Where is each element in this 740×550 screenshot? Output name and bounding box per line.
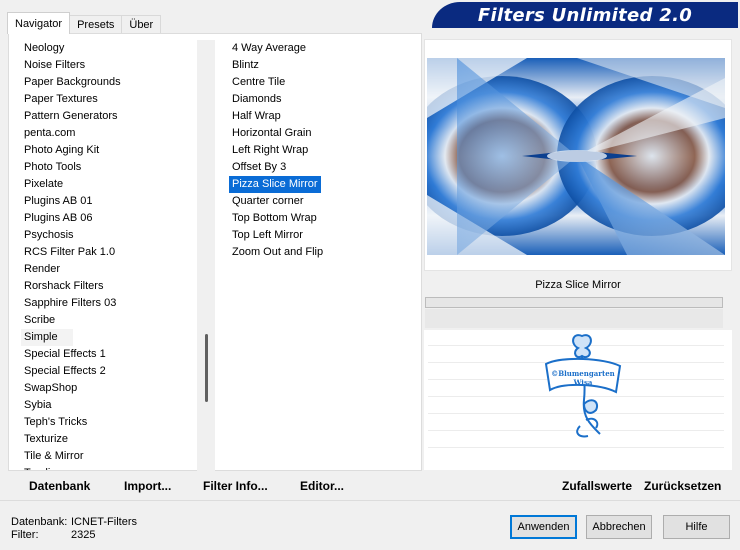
filter-item[interactable]: Offset By 3 — [229, 159, 419, 176]
category-item[interactable]: Simple — [21, 329, 73, 346]
flower-logo: ©Blumengarten Wisa — [544, 334, 622, 438]
category-item[interactable]: Pixelate — [21, 176, 205, 193]
category-item[interactable]: Render — [21, 261, 205, 278]
filter-item[interactable]: Horizontal Grain — [229, 125, 419, 142]
category-item[interactable]: Toadies — [21, 465, 205, 470]
category-item[interactable]: Paper Textures — [21, 91, 205, 108]
navigator-panel: Neology Noise Filters Paper Backgrounds Pap… — [8, 33, 422, 472]
category-item[interactable]: Paper Backgrounds — [21, 74, 205, 91]
category-item[interactable]: Teph's Tricks — [21, 414, 205, 431]
app-title: Filters Unlimited 2.0 — [477, 4, 693, 26]
filter-name: Pizza Slice Mirror — [535, 279, 621, 291]
scrollbar-thumb[interactable] — [205, 334, 208, 402]
filter-item[interactable]: Half Wrap — [229, 108, 419, 125]
category-item[interactable]: Special Effects 2 — [21, 363, 205, 380]
preview-button-bar: Zufallswerte Zurücksetzen — [424, 474, 732, 498]
category-scrollbar[interactable] — [197, 40, 215, 472]
filter-name-label: Pizza Slice Mirror — [424, 274, 732, 296]
filter-list[interactable]: 4 Way Average Blintz Centre Tile Diamonds Ha… — [229, 40, 419, 470]
param-line — [428, 447, 724, 448]
preview-image — [427, 58, 725, 255]
filter-info-button[interactable]: Filter Info... — [203, 479, 268, 493]
import-button[interactable]: Import... — [124, 479, 171, 493]
filter-count-value: 2325 — [71, 529, 96, 541]
editor-button[interactable]: Editor... — [300, 479, 344, 493]
progress-bar — [425, 297, 723, 308]
separator — [0, 500, 740, 501]
tab-about[interactable]: Über — [121, 15, 162, 34]
navigator-button-bar: Datenbank Import... Filter Info... Edito… — [8, 474, 422, 498]
filter-item-selected[interactable]: Pizza Slice Mirror — [229, 176, 321, 193]
category-item[interactable]: RCS Filter Pak 1.0 — [21, 244, 205, 261]
database-button[interactable]: Datenbank — [29, 479, 90, 493]
reset-button[interactable]: Zurücksetzen — [644, 479, 721, 493]
category-item[interactable]: Scribe — [21, 312, 205, 329]
category-item[interactable]: Plugins AB 01 — [21, 193, 205, 210]
category-item[interactable]: Rorshack Filters — [21, 278, 205, 295]
logo-text-1: ©Blumengarten — [551, 369, 615, 378]
title-banner: Filters Unlimited 2.0 — [432, 2, 738, 28]
tab-navigator[interactable]: Navigator — [7, 12, 71, 34]
apply-button[interactable]: Anwenden — [510, 515, 577, 539]
filter-item[interactable]: Left Right Wrap — [229, 142, 419, 159]
filter-item[interactable]: Zoom Out and Flip — [229, 244, 419, 261]
category-item[interactable]: Photo Tools — [21, 159, 205, 176]
database-value: ICNET-Filters — [71, 516, 137, 528]
category-item[interactable]: Pattern Generators — [21, 108, 205, 125]
filter-item[interactable]: 4 Way Average — [229, 40, 419, 57]
category-item[interactable]: Neology — [21, 40, 205, 57]
randomize-button[interactable]: Zufallswerte — [562, 479, 632, 493]
category-item[interactable]: Sybia — [21, 397, 205, 414]
category-item[interactable]: Sapphire Filters 03 — [21, 295, 205, 312]
filter-item[interactable]: Top Left Mirror — [229, 227, 419, 244]
category-item[interactable]: SwapShop — [21, 380, 205, 397]
tab-presets[interactable]: Presets — [69, 15, 123, 34]
category-item[interactable]: Plugins AB 06 — [21, 210, 205, 227]
category-item[interactable]: Special Effects 1 — [21, 346, 205, 363]
status-info: Datenbank: ICNET-Filters Filter: 2325 — [11, 516, 137, 542]
tab-bar: Navigator Presets Über — [7, 12, 162, 34]
filter-item[interactable]: Top Bottom Wrap — [229, 210, 419, 227]
database-label: Datenbank: — [11, 516, 68, 528]
category-item[interactable]: Psychosis — [21, 227, 205, 244]
filter-item[interactable]: Diamonds — [229, 91, 419, 108]
info-field — [425, 309, 723, 328]
parameter-area: ©Blumengarten Wisa — [424, 330, 732, 470]
help-button[interactable]: Hilfe — [663, 515, 730, 539]
category-list[interactable]: Neology Noise Filters Paper Backgrounds Pap… — [21, 40, 205, 470]
cancel-button[interactable]: Abbrechen — [586, 515, 652, 539]
category-item[interactable]: Noise Filters — [21, 57, 205, 74]
category-item[interactable]: Photo Aging Kit — [21, 142, 205, 159]
preview-frame — [424, 39, 732, 271]
filter-item[interactable]: Quarter corner — [229, 193, 419, 210]
filter-count-label: Filter: — [11, 529, 39, 541]
filter-item[interactable]: Blintz — [229, 57, 419, 74]
logo-text-2: Wisa — [573, 378, 593, 387]
category-item[interactable]: Texturize — [21, 431, 205, 448]
filter-item[interactable]: Centre Tile — [229, 74, 419, 91]
category-item[interactable]: Tile & Mirror — [21, 448, 205, 465]
category-item[interactable]: penta.com — [21, 125, 205, 142]
